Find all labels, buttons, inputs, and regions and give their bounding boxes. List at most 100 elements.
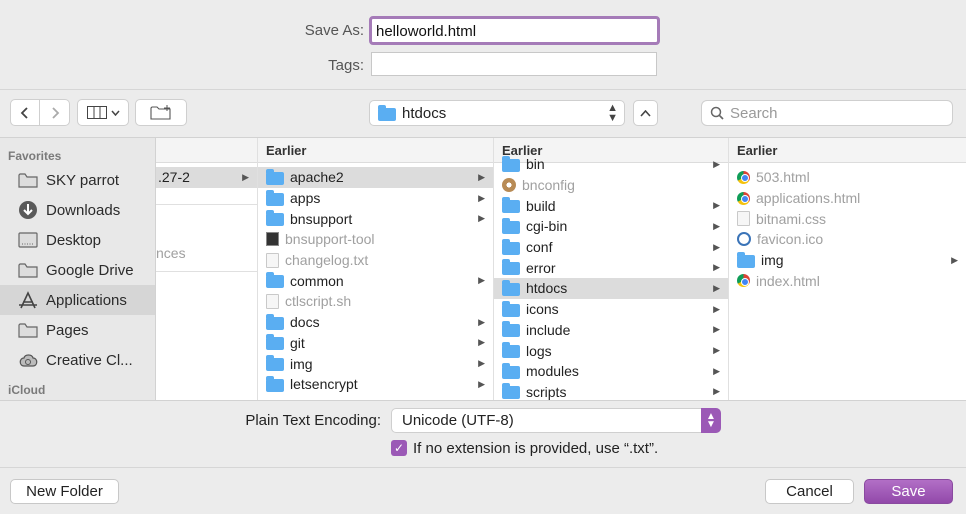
- new-folder-button[interactable]: New Folder: [10, 479, 119, 504]
- item-name: 503.html: [756, 169, 810, 186]
- column-view-icon: [86, 106, 107, 119]
- item-name: cgi-bin: [526, 218, 568, 235]
- folder-icon: [502, 383, 520, 400]
- list-item[interactable]: bnconfig: [494, 175, 728, 196]
- item-name: letsencrypt: [290, 376, 358, 393]
- list-item[interactable]: apache2 ▶: [258, 167, 493, 188]
- list-item[interactable]: ctlscript.sh: [258, 291, 493, 312]
- divider: [156, 203, 257, 205]
- list-item[interactable]: .27-2 ▶: [156, 167, 257, 188]
- list-item[interactable]: icons ▶: [494, 299, 728, 320]
- chevron-right-icon: ▶: [478, 192, 485, 203]
- sidebar-item-pages[interactable]: Pages: [0, 315, 155, 345]
- folder-icon: [502, 259, 520, 276]
- folder-icon: [502, 238, 520, 255]
- chevron-right-icon: ▶: [242, 171, 249, 182]
- list-item[interactable]: common ▶: [258, 270, 493, 291]
- sidebar-item-label: Applications: [46, 291, 127, 309]
- folder-icon: [18, 173, 38, 188]
- list-item[interactable]: nces: [156, 243, 257, 264]
- list-item[interactable]: applications.html: [729, 188, 966, 209]
- folder-icon: [266, 313, 284, 330]
- back-button[interactable]: [10, 99, 40, 126]
- forward-button[interactable]: [40, 99, 70, 126]
- folder-icon: [266, 272, 284, 289]
- folder-icon: [502, 342, 520, 359]
- sidebar-item-label: Downloads: [46, 201, 121, 219]
- folder-icon: [502, 197, 520, 214]
- list-item[interactable]: modules ▶: [494, 361, 728, 382]
- item-name: img: [761, 252, 784, 269]
- chevron-right-icon: ▶: [478, 378, 485, 389]
- item-name: nces: [156, 245, 186, 262]
- filename-input[interactable]: helloworld.html: [369, 16, 660, 45]
- folder-icon: [502, 321, 520, 338]
- chevron-right-icon: ▶: [478, 171, 485, 182]
- updown-arrows-icon: ▲ ▼: [701, 408, 721, 433]
- txt-extension-checkbox[interactable]: ✓: [391, 440, 407, 456]
- list-item[interactable]: apps ▶: [258, 188, 493, 209]
- list-item[interactable]: build ▶: [494, 195, 728, 216]
- chevron-right-icon: ▶: [713, 200, 720, 211]
- save-as-panel: [0, 0, 966, 90]
- folder-icon: [266, 210, 284, 227]
- folder-icon: [266, 334, 284, 351]
- list-item[interactable]: conf ▶: [494, 237, 728, 258]
- executable-icon: [266, 232, 279, 247]
- item-name: bitnami.css: [756, 210, 827, 227]
- sidebar-item-desktop[interactable]: Desktop: [0, 225, 155, 255]
- list-item[interactable]: error ▶: [494, 257, 728, 278]
- list-item[interactable]: docs ▶: [258, 312, 493, 333]
- tags-input[interactable]: [371, 52, 657, 76]
- sidebar-item-sky-parrot[interactable]: SKY parrot: [0, 165, 155, 195]
- item-name: scripts: [526, 383, 567, 400]
- list-item[interactable]: letsencrypt ▶: [258, 374, 493, 395]
- list-item[interactable]: favicon.ico: [729, 229, 966, 250]
- list-item[interactable]: include ▶: [494, 320, 728, 341]
- list-item[interactable]: bin ▶: [494, 154, 728, 175]
- search-field[interactable]: Search: [701, 100, 953, 126]
- list-item[interactable]: logs ▶: [494, 340, 728, 361]
- encoding-select[interactable]: Unicode (UTF-8) ▲ ▼: [391, 408, 721, 433]
- list-item[interactable]: img ▶: [258, 353, 493, 374]
- path-popup[interactable]: htdocs ▲ ▼: [369, 100, 625, 126]
- folder-icon: [502, 279, 520, 296]
- sidebar-item-downloads[interactable]: Downloads: [0, 195, 155, 225]
- list-item[interactable]: htdocs ▶: [494, 278, 728, 299]
- list-item[interactable]: bnsupport ▶: [258, 208, 493, 229]
- css-file-icon: [737, 211, 750, 227]
- list-item[interactable]: git ▶: [258, 333, 493, 354]
- sidebar-item-applications[interactable]: Applications: [0, 285, 155, 315]
- folder-icon: [502, 362, 520, 379]
- list-item[interactable]: changelog.txt: [258, 250, 493, 271]
- list-item[interactable]: 503.html: [729, 167, 966, 188]
- column-0: .27-2 ▶ nces: [156, 138, 258, 400]
- folder-icon: [378, 104, 396, 121]
- sidebar-item-creative-cloud[interactable]: Creative Cl...: [0, 345, 155, 375]
- list-item[interactable]: scripts ▶: [494, 382, 728, 400]
- chevron-right-icon: ▶: [713, 386, 720, 397]
- applications-icon: [19, 291, 37, 309]
- view-options-button[interactable]: [77, 99, 129, 126]
- cancel-button[interactable]: Cancel: [765, 479, 854, 504]
- list-item[interactable]: bitnami.css: [729, 208, 966, 229]
- list-item[interactable]: img ▶: [729, 250, 966, 271]
- html-file-icon: [737, 191, 750, 205]
- item-name: apps: [290, 190, 321, 207]
- item-name: bnsupport: [290, 210, 353, 227]
- item-name: changelog.txt: [285, 252, 369, 269]
- list-item[interactable]: bnsupport-tool: [258, 229, 493, 250]
- sidebar-item-label: Google Drive: [46, 261, 134, 279]
- save-button[interactable]: Save: [864, 479, 953, 504]
- list-item[interactable]: cgi-bin ▶: [494, 216, 728, 237]
- chevron-right-icon: ▶: [713, 262, 720, 273]
- creative-cloud-icon: [19, 354, 38, 367]
- new-folder-toolbar-button[interactable]: [135, 99, 187, 126]
- chevron-right-icon: ▶: [713, 324, 720, 335]
- expand-collapse-button[interactable]: [633, 100, 658, 126]
- sidebar-item-label: Desktop: [46, 231, 102, 249]
- list-item[interactable]: index.html: [729, 270, 966, 291]
- html-file-icon: [737, 274, 750, 288]
- item-name: common: [290, 272, 344, 289]
- sidebar-item-google-drive[interactable]: Google Drive: [0, 255, 155, 285]
